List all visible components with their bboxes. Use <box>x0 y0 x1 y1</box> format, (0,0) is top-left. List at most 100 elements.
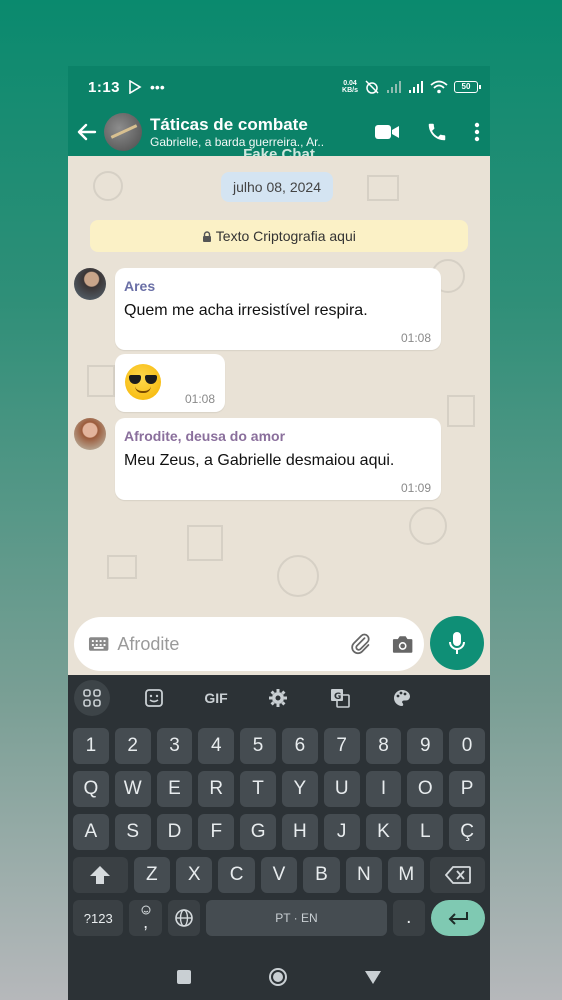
message-time: 01:08 <box>184 392 215 406</box>
keyboard-icon[interactable] <box>88 636 109 652</box>
emoji-hint-icon <box>141 905 151 915</box>
keyboard-row-2: A S D F G H J K L Ç <box>68 814 490 850</box>
palette-icon[interactable] <box>384 680 420 716</box>
key-6[interactable]: 6 <box>281 728 318 764</box>
key-y[interactable]: Y <box>281 771 318 807</box>
message-bubble[interactable]: Ares Quem me acha irresistível respira. … <box>115 268 441 350</box>
key-z[interactable]: Z <box>133 857 170 893</box>
settings-gear-icon[interactable] <box>260 680 296 716</box>
key-g[interactable]: G <box>240 814 276 850</box>
key-c[interactable]: C <box>218 857 255 893</box>
message-text: Quem me acha irresistível respira. <box>124 302 368 319</box>
key-k[interactable]: K <box>365 814 402 850</box>
play-store-icon <box>129 80 142 94</box>
chat-area[interactable]: julho 08, 2024 Texto Criptografia aqui A… <box>68 156 490 616</box>
key-r[interactable]: R <box>198 771 235 807</box>
home-icon[interactable] <box>268 967 288 987</box>
message-text: Meu Zeus, a Gabrielle desmaiou aqui. <box>124 452 395 469</box>
key-9[interactable]: 9 <box>407 728 444 764</box>
key-n[interactable]: N <box>345 857 383 893</box>
recents-icon[interactable] <box>176 969 192 985</box>
key-8[interactable]: 8 <box>365 728 402 764</box>
message-input[interactable] <box>117 633 350 655</box>
enter-key[interactable] <box>430 900 486 936</box>
video-call-icon[interactable] <box>374 123 400 141</box>
backspace-key[interactable] <box>430 857 486 893</box>
key-1[interactable]: 1 <box>73 728 109 764</box>
virtual-keyboard: GIF G 1 2 3 4 5 6 7 8 9 0 Q W E R T Y U … <box>68 675 490 1000</box>
status-bar: 1:13 ••• 0.04 KB/s 50 <box>68 66 490 108</box>
key-m[interactable]: M <box>388 857 425 893</box>
key-f[interactable]: F <box>198 814 235 850</box>
key-a[interactable]: A <box>73 814 109 850</box>
key-w[interactable]: W <box>114 771 151 807</box>
key-u[interactable]: U <box>323 771 360 807</box>
shift-icon <box>90 866 111 884</box>
voice-call-icon[interactable] <box>426 121 448 143</box>
encryption-text: Texto Criptografia aqui <box>215 228 356 244</box>
back-arrow-icon[interactable] <box>76 121 98 143</box>
keyboard-row-numbers: 1 2 3 4 5 6 7 8 9 0 <box>68 728 490 764</box>
chat-header: Táticas de combate Gabrielle, a barda gu… <box>68 108 490 156</box>
key-v[interactable]: V <box>260 857 298 893</box>
sticker-icon[interactable] <box>136 680 172 716</box>
key-i[interactable]: I <box>365 771 402 807</box>
message-bubble-emoji[interactable]: 01:08 <box>115 354 225 412</box>
avatar-ares[interactable] <box>74 268 106 300</box>
key-q[interactable]: Q <box>73 771 109 807</box>
backspace-icon <box>444 866 471 884</box>
message-sender: Afrodite, deusa do amor <box>124 428 286 444</box>
key-t[interactable]: T <box>240 771 276 807</box>
symbols-key[interactable]: ?123 <box>73 900 124 936</box>
back-nav-icon[interactable] <box>364 969 382 985</box>
key-h[interactable]: H <box>281 814 318 850</box>
key-3[interactable]: 3 <box>156 728 193 764</box>
enter-icon <box>448 912 468 925</box>
emoji-comma-key[interactable]: , <box>129 900 162 936</box>
translate-icon[interactable]: G <box>322 680 358 716</box>
globe-icon <box>175 909 193 927</box>
attach-icon[interactable] <box>349 632 372 656</box>
avatar-afrodite[interactable] <box>74 418 106 450</box>
camera-icon[interactable] <box>391 633 414 655</box>
key-7[interactable]: 7 <box>323 728 360 764</box>
battery-icon: 50 <box>454 81 481 93</box>
message-sender: Ares <box>124 278 156 294</box>
key-p[interactable]: P <box>449 771 485 807</box>
more-options-icon[interactable] <box>474 122 480 142</box>
net-speed: 0.04 KB/s <box>342 80 358 94</box>
message-bubble[interactable]: Afrodite, deusa do amor Meu Zeus, a Gabr… <box>115 418 441 500</box>
key-2[interactable]: 2 <box>114 728 151 764</box>
phone-screen: 1:13 ••• 0.04 KB/s 50 Táticas de combate… <box>68 66 490 1000</box>
sunglasses-emoji-icon <box>125 364 161 400</box>
group-avatar[interactable] <box>104 113 142 151</box>
language-key[interactable] <box>167 900 201 936</box>
key-s[interactable]: S <box>114 814 151 850</box>
keyboard-toolbar: GIF G <box>68 675 490 721</box>
wifi-icon <box>430 80 448 94</box>
key-5[interactable]: 5 <box>240 728 276 764</box>
key-0[interactable]: 0 <box>449 728 485 764</box>
chat-title-area[interactable]: Táticas de combate Gabrielle, a barda gu… <box>150 115 366 149</box>
key-b[interactable]: B <box>303 857 340 893</box>
key-l[interactable]: L <box>407 814 444 850</box>
key-4[interactable]: 4 <box>198 728 235 764</box>
key-d[interactable]: D <box>156 814 193 850</box>
shift-key[interactable] <box>73 857 128 893</box>
signal-weak-icon <box>387 81 401 93</box>
space-bar[interactable]: PT · EN <box>206 900 387 936</box>
lock-icon <box>202 221 212 242</box>
gif-button[interactable]: GIF <box>198 680 234 716</box>
key-e[interactable]: E <box>156 771 193 807</box>
chat-participants: Gabrielle, a barda guerreira., Ar.. <box>150 135 325 149</box>
apps-grid-icon[interactable] <box>74 680 110 716</box>
svg-text:G: G <box>334 692 341 702</box>
key-o[interactable]: O <box>407 771 444 807</box>
key-c-cedilla[interactable]: Ç <box>449 814 485 850</box>
period-key[interactable]: . <box>392 900 425 936</box>
encryption-notice[interactable]: Texto Criptografia aqui <box>90 220 468 252</box>
signal-icon <box>409 81 423 93</box>
key-x[interactable]: X <box>176 857 213 893</box>
mic-button[interactable] <box>430 616 484 670</box>
key-j[interactable]: J <box>323 814 360 850</box>
